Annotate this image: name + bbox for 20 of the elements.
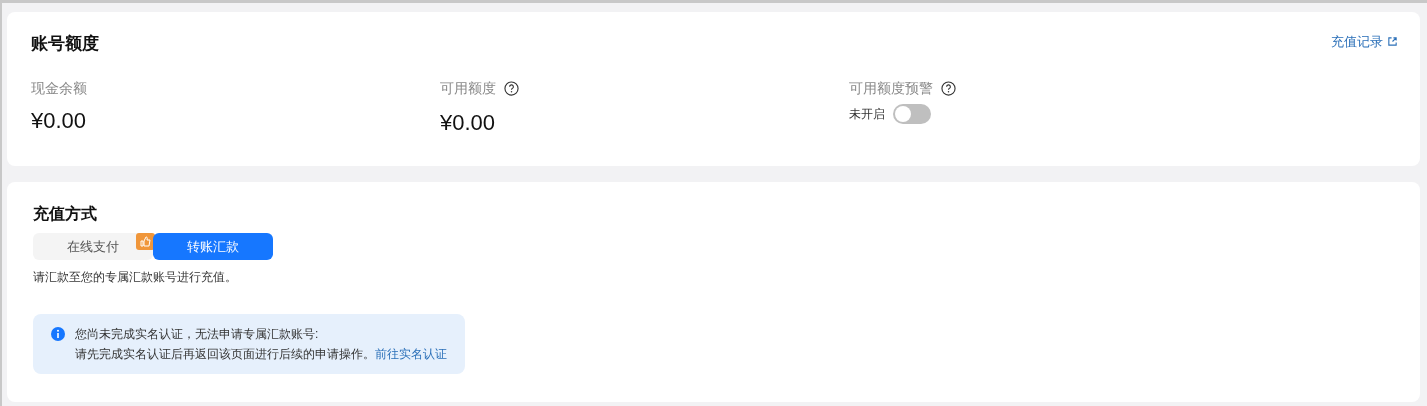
metric-label: 可用额度预警 <box>849 78 933 98</box>
notice-text: 请先完成实名认证后再返回该页面进行后续的申请操作。前往实名认证 <box>75 346 447 363</box>
card-title: 充值方式 <box>33 204 98 224</box>
hint-text: 请汇款至您的专属汇款账号进行充值。 <box>33 269 238 286</box>
metric-value: ¥0.00 <box>440 109 497 137</box>
metric-label: 可用额度 <box>440 78 496 98</box>
toggle-state-text: 未开启 <box>849 106 885 123</box>
payment-tab[interactable]: 在线支付 <box>33 233 153 260</box>
recharge-history-link[interactable]: 充值记录 <box>1331 32 1398 52</box>
help-icon[interactable] <box>941 80 956 96</box>
notice-text: 您尚未完成实名认证，无法申请专属汇款账号: <box>75 326 320 343</box>
help-icon[interactable] <box>504 80 519 96</box>
metric-value: ¥0.00 <box>31 107 88 135</box>
payment-tab[interactable]: 转账汇款 <box>153 233 273 260</box>
toggle-switch[interactable] <box>893 104 931 124</box>
metric-label: 现金余额 <box>31 78 87 98</box>
card-title: 账号额度 <box>31 33 99 55</box>
info-icon <box>51 327 65 341</box>
external-link-icon <box>1387 36 1398 48</box>
verify-link[interactable]: 前往实名认证 <box>375 347 447 361</box>
